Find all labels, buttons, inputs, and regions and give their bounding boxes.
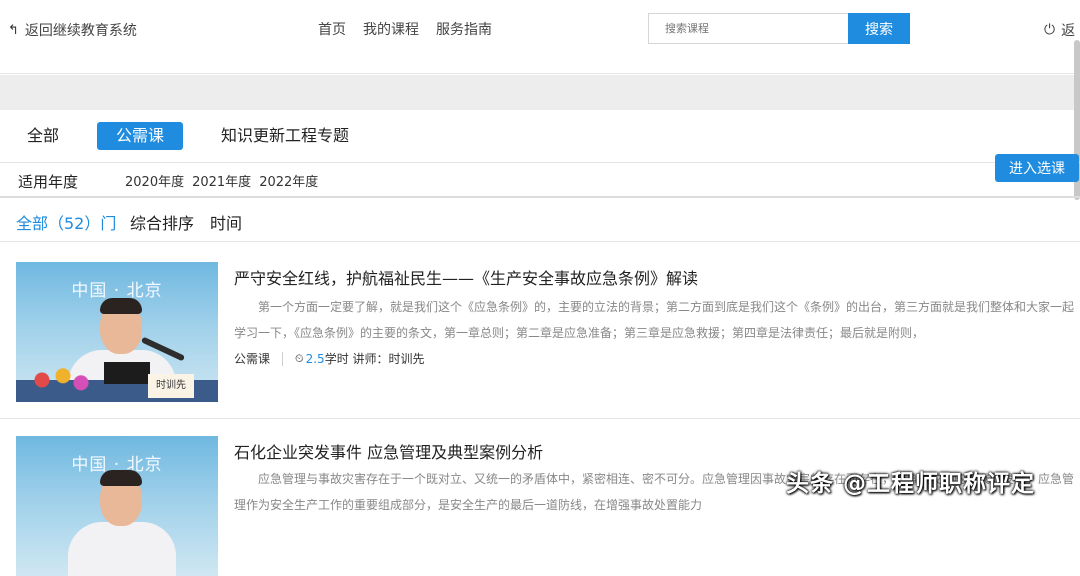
nav-home[interactable]: 首页 <box>318 19 346 39</box>
speaker-nameplate: 时训先 <box>148 374 194 398</box>
year-option-2020[interactable]: 2020年度 <box>125 171 184 190</box>
sort-time[interactable]: 时间 <box>210 210 242 234</box>
nav-my-courses[interactable]: 我的课程 <box>363 19 419 39</box>
course-hours: 2.5 <box>305 351 325 366</box>
sort-all-count[interactable]: 全部（52）门 <box>16 210 116 234</box>
gray-banner <box>0 75 1080 110</box>
course-thumbnail[interactable]: 中国 · 北京 <box>16 436 218 576</box>
top-bar: ↰ 返回继续教育系统 首页 我的课程 服务指南 搜索 ⏻ 返 <box>0 0 1080 74</box>
power-icon: ⏻ <box>1044 22 1056 38</box>
course-thumbnail[interactable]: 中国 · 北京 时训先 <box>16 262 218 402</box>
enter-course-button[interactable]: 进入选课 <box>995 154 1079 182</box>
meta-divider <box>282 351 284 366</box>
year-filter-label: 适用年度 <box>18 173 79 191</box>
clock-icon: ⏲ <box>295 351 304 365</box>
logout-link[interactable]: ⏻ 返 <box>1044 20 1075 40</box>
course-title[interactable]: 严守安全红线，护航福祉民生——《生产安全事故应急条例》解读 <box>234 265 698 289</box>
watermark: 头条 @工程师职称评定 <box>786 471 1036 497</box>
category-tabs: 全部 公需课 知识更新工程专题 <box>0 110 1080 163</box>
course-title[interactable]: 石化企业突发事件 应急管理及典型案例分析 <box>234 439 543 463</box>
year-option-2021[interactable]: 2021年度 <box>192 171 251 190</box>
course-item: 中国 · 北京 时训先 严守安全红线，护航福祉民生——《生产安全事故应急条例》解… <box>0 243 1080 419</box>
back-arrow-icon: ↰ <box>8 22 19 38</box>
tab-knowledge-update[interactable]: 知识更新工程专题 <box>221 122 349 150</box>
sort-bar: 全部（52）门 综合排序 时间 <box>0 200 1080 242</box>
year-filter: 适用年度 2020年度 2021年度 2022年度 <box>0 163 1080 198</box>
course-meta: 公需课 ⏲ 2.5 学时 讲师：时训先 <box>234 350 425 367</box>
logout-label: 返 <box>1061 23 1076 39</box>
back-link-label: 返回继续教育系统 <box>24 23 137 39</box>
main-nav: 首页 我的课程 服务指南 <box>318 19 492 39</box>
tab-all[interactable]: 全部 <box>27 122 59 150</box>
course-hours-lecturer: 学时 讲师：时训先 <box>324 352 425 366</box>
year-option-2022[interactable]: 2022年度 <box>259 171 318 190</box>
sort-comprehensive[interactable]: 综合排序 <box>130 210 194 234</box>
back-link[interactable]: ↰ 返回继续教育系统 <box>8 20 137 40</box>
tab-public-required[interactable]: 公需课 <box>97 122 184 150</box>
course-description: 第一个方面一定要了解，就是我们这个《应急条例》的，主要的立法的背景；第二方面到底… <box>234 300 1075 340</box>
search-button[interactable]: 搜索 <box>848 13 910 44</box>
nav-service-guide[interactable]: 服务指南 <box>436 19 492 39</box>
search-bar: 搜索 <box>648 13 910 44</box>
year-options: 2020年度 2021年度 2022年度 <box>125 171 318 190</box>
search-input[interactable] <box>648 13 848 44</box>
course-type: 公需课 <box>234 352 271 366</box>
